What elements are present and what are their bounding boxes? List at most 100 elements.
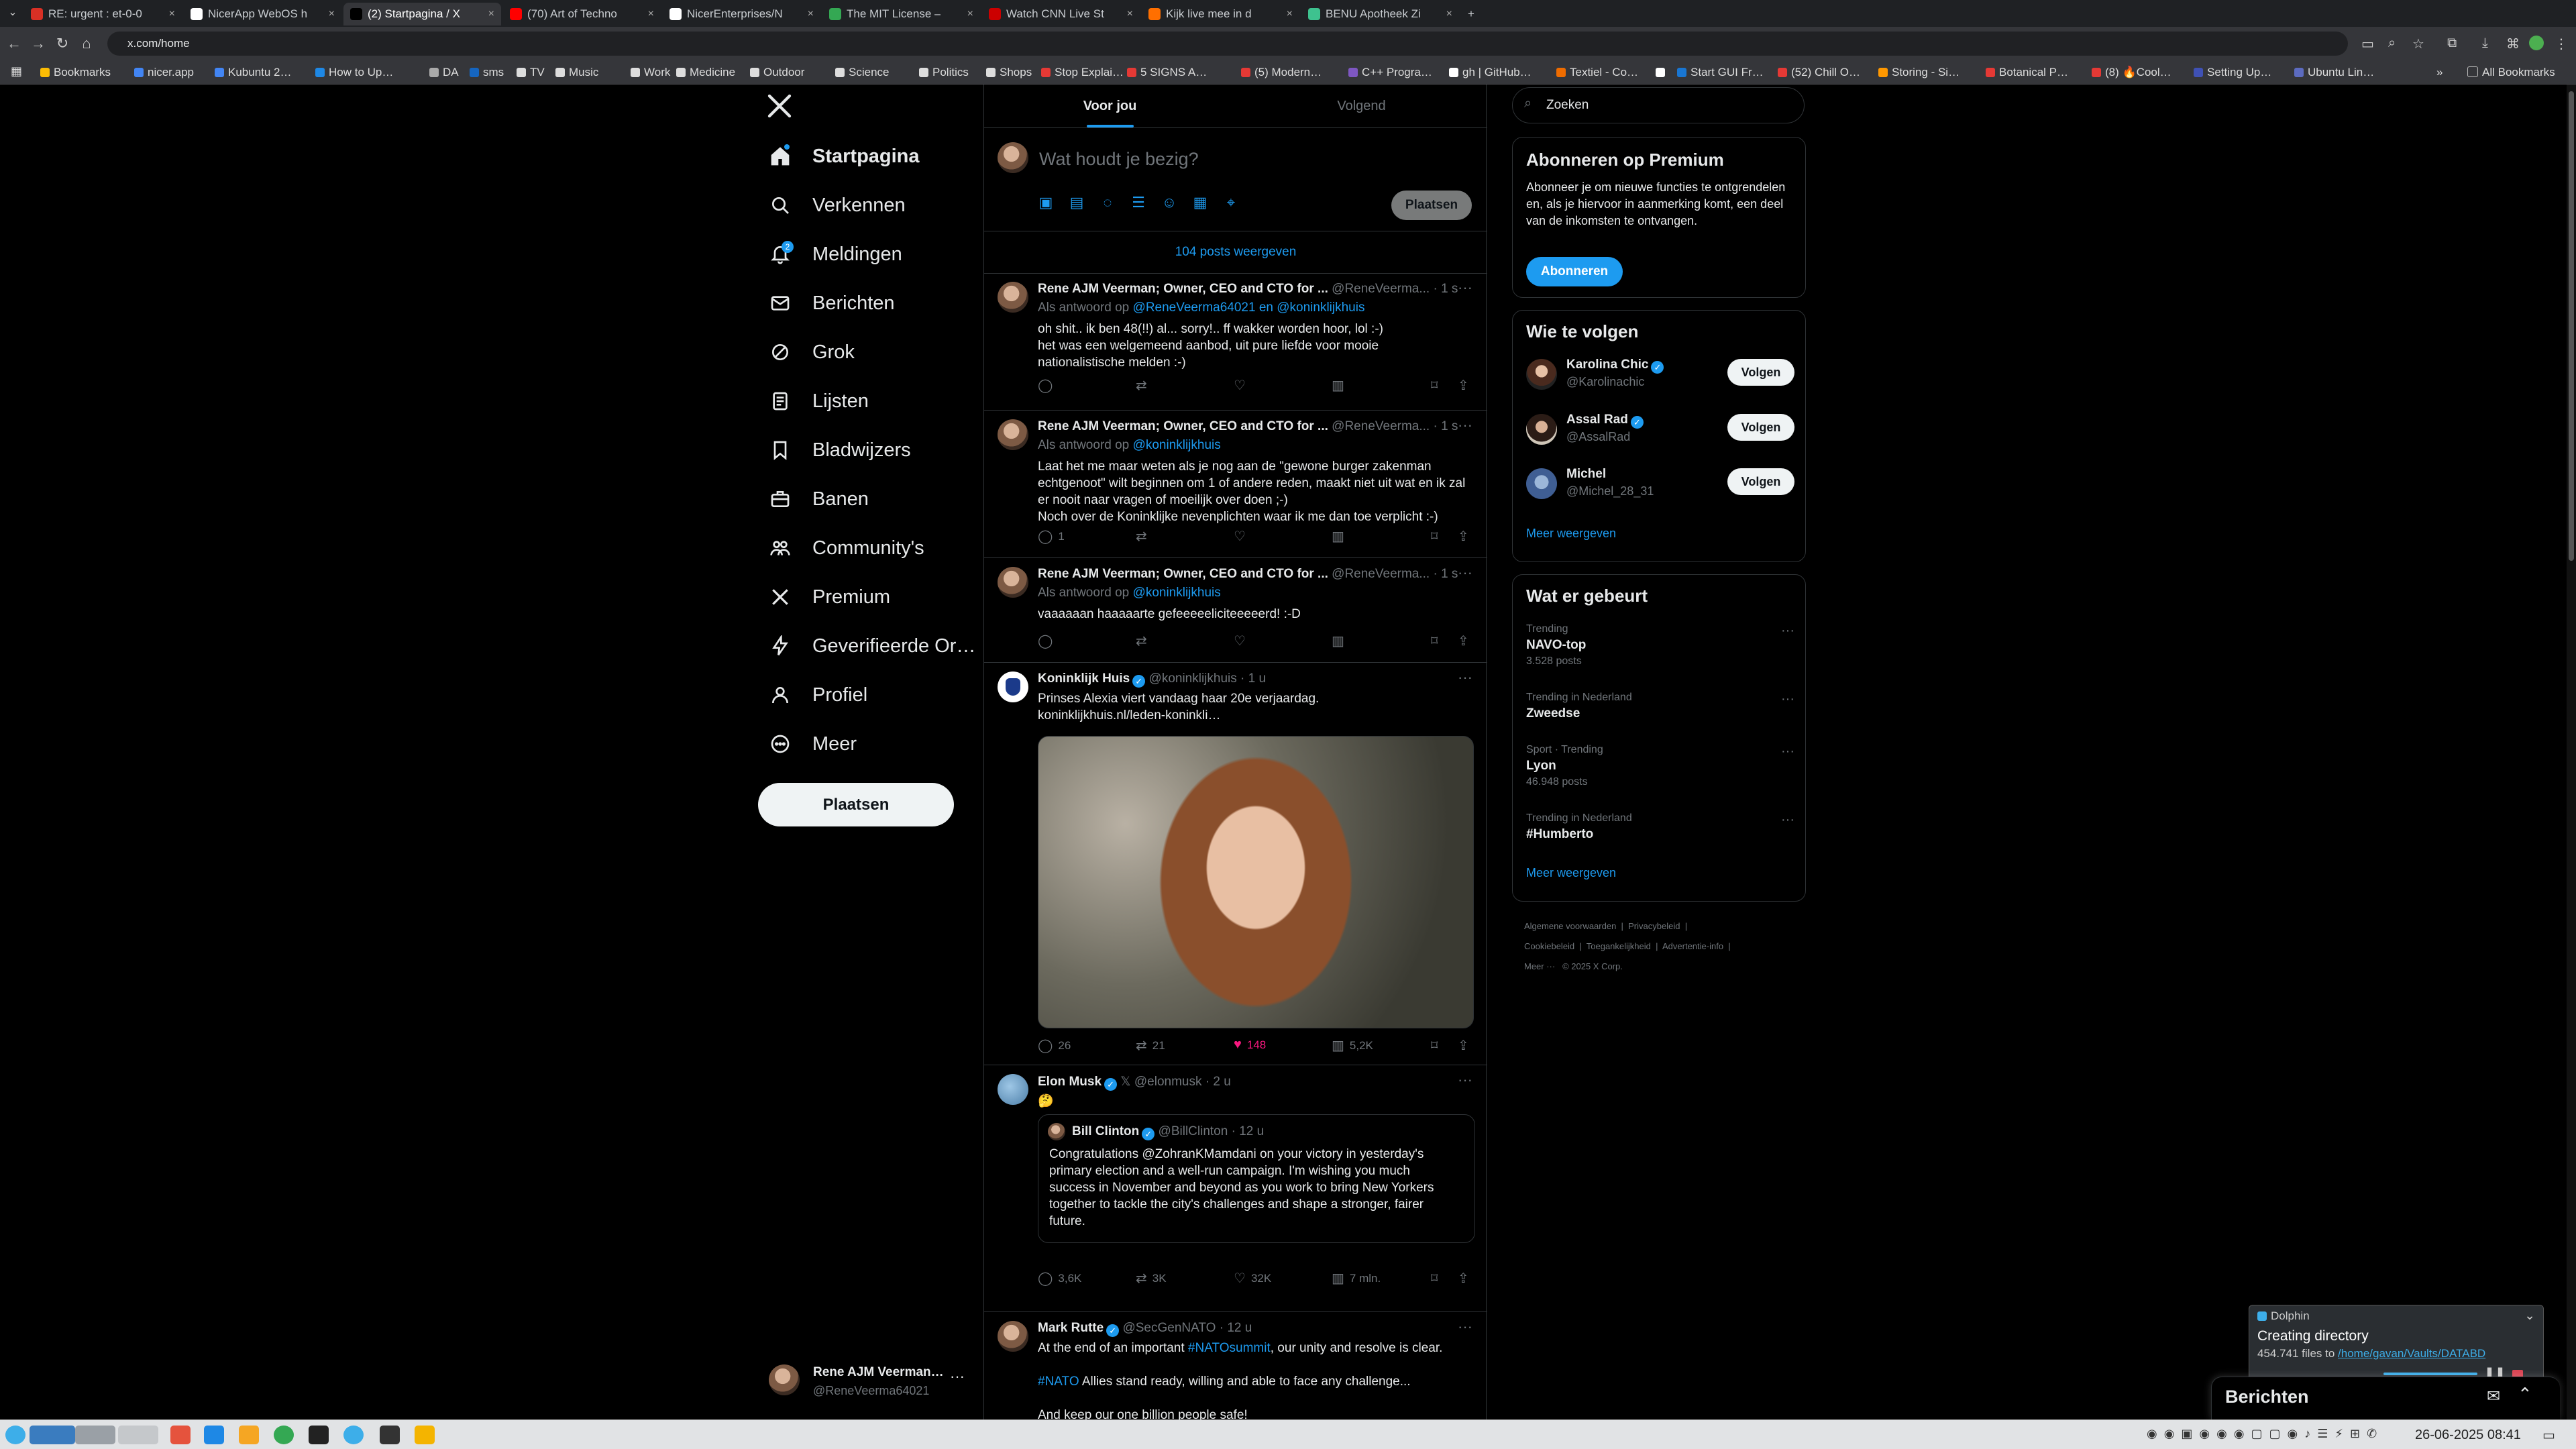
notes-icon[interactable] [415, 1426, 435, 1444]
reply-button[interactable]: ◯ [1038, 377, 1058, 394]
suggestion-row[interactable]: Assal Rad ✓ @AssalRad Volgen [1526, 411, 1794, 449]
system-tray[interactable]: ◉◉▣◉◉◉▢▢◉♪☰⚡⊞✆ [2147, 1427, 2383, 1441]
sidebar-item-startpagina[interactable]: Startpagina [768, 138, 920, 174]
post-image[interactable] [1038, 736, 1474, 1028]
post-handle[interactable]: @SecGenNATO [1122, 1321, 1216, 1335]
post-more-icon[interactable]: ··· [1458, 564, 1472, 582]
expand-icon[interactable]: ⌃ [2518, 1384, 2532, 1405]
bookmark-item[interactable]: sms [470, 66, 504, 79]
trend-more-icon[interactable]: ··· [1781, 744, 1794, 759]
bookmark-item[interactable]: Textiel - Co… [1556, 66, 1638, 79]
sidebar-item-meldingen[interactable]: 2 Meldingen [768, 236, 902, 272]
browser-tab[interactable]: (70) Art of Techno × [503, 3, 661, 25]
post-author[interactable]: Rene AJM Veerman; Owner, CEO and CTO for… [1038, 567, 1328, 581]
post[interactable]: Mark Rutte ✓ @SecGenNATO · 12 u ··· At th… [984, 1311, 1487, 1426]
bookmark-item[interactable]: (8) 🔥Cool… [2092, 66, 2171, 79]
footer-link[interactable]: Advertentie-info [1662, 941, 1723, 951]
schedule-icon[interactable]: ▦ [1191, 194, 1210, 213]
reply-to[interactable]: @koninklijkhuis [1133, 586, 1221, 600]
account-switcher[interactable]: Rene AJM Veerman… @ReneVeerma64021 ··· [765, 1358, 979, 1405]
show-more-link[interactable]: Meer weergeven [1526, 866, 1616, 880]
like-button[interactable]: ♥ 148 [1234, 1037, 1266, 1053]
bookmark-button[interactable]: ⌑ [1431, 528, 1443, 545]
trend-more-icon[interactable]: ··· [1781, 692, 1794, 707]
sidebar-item-bladwijzers[interactable]: Bladwijzers [768, 432, 911, 468]
repost-button[interactable]: ⇄ 3K [1136, 1270, 1167, 1287]
close-tab-icon[interactable]: × [484, 8, 494, 20]
forward-icon[interactable]: → [30, 35, 47, 52]
bookmark-item[interactable]: Botanical P… [1986, 66, 2068, 79]
browser-tab[interactable]: The MIT License – × [822, 3, 980, 25]
share-button[interactable]: ⇪ [1458, 633, 1474, 649]
page-scrollbar[interactable] [2567, 85, 2576, 1419]
post-more-icon[interactable]: ··· [1458, 1071, 1472, 1089]
post[interactable]: Koninklijk Huis ✓ @koninklijkhuis · 1 u ·… [984, 662, 1487, 1065]
home-icon[interactable]: ⌂ [78, 35, 95, 52]
all-bookmarks[interactable]: All Bookmarks [2467, 66, 2555, 79]
sidebar-item-premium[interactable]: Premium [768, 579, 890, 615]
post-author[interactable]: Elon Musk [1038, 1075, 1102, 1089]
poll-icon[interactable]: ☰ [1129, 194, 1148, 213]
x-logo-icon[interactable] [766, 93, 796, 122]
app-launcher-icon[interactable] [5, 1426, 25, 1444]
scrollbar-thumb[interactable] [2569, 91, 2574, 561]
translate-icon[interactable]: ⌘ [2506, 36, 2520, 52]
close-tab-icon[interactable]: × [1123, 8, 1133, 20]
bookmark-item[interactable]: Start GUI Fr… [1677, 66, 1764, 79]
footer-link[interactable]: Cookiebeleid [1524, 941, 1574, 951]
share-button[interactable]: ⇪ [1458, 1270, 1474, 1287]
share-button[interactable]: ⇪ [1458, 377, 1474, 394]
file-manager-icon[interactable] [239, 1426, 259, 1444]
back-icon[interactable]: ← [5, 35, 23, 52]
footer-link[interactable]: Toegankelijkheid [1587, 941, 1651, 951]
post-author[interactable]: Rene AJM Veerman; Owner, CEO and CTO for… [1038, 419, 1328, 433]
post-button[interactable]: Plaatsen [758, 783, 954, 826]
pager-desktop-3[interactable] [118, 1426, 158, 1444]
bookmark-item[interactable]: C++ Progra… [1348, 66, 1432, 79]
new-tab-button[interactable]: + [1461, 3, 1488, 25]
sidebar-item-meer[interactable]: Meer [768, 726, 857, 762]
views-button[interactable]: ▥ [1332, 633, 1350, 649]
trend-item[interactable]: Sport · Trending Lyon 46.948 posts ··· [1526, 744, 1794, 788]
bookmark-item[interactable]: Outdoor [750, 66, 804, 79]
like-button[interactable]: ♡ [1234, 633, 1251, 649]
close-tab-icon[interactable]: × [325, 8, 335, 20]
post-more-icon[interactable]: ··· [1458, 417, 1472, 434]
close-tab-icon[interactable]: × [165, 8, 175, 20]
reply-to[interactable]: @ReneVeerma64021 en @koninklijkhuis [1133, 301, 1365, 315]
subscribe-button[interactable]: Abonneren [1526, 257, 1623, 286]
repost-button[interactable]: ⇄ [1136, 528, 1152, 545]
trend-item[interactable]: Trending in Nederland #Humberto ··· [1526, 812, 1794, 842]
composer-input[interactable]: Wat houdt je bezig? [1039, 149, 1199, 170]
browser-tab[interactable]: Watch CNN Live St × [982, 3, 1140, 25]
new-message-icon[interactable]: ✉ [2487, 1387, 2500, 1406]
post-author[interactable]: Rene AJM Veerman; Owner, CEO and CTO for… [1038, 282, 1328, 296]
sidebar-item-berichten[interactable]: Berichten [768, 285, 895, 321]
hashtag-link[interactable]: #NATOsummit [1188, 1341, 1271, 1355]
trend-item[interactable]: Trending NAVO-top 3.528 posts ··· [1526, 623, 1794, 667]
sidebar-item-geverifieerde-or[interactable]: Geverifieerde Or… [768, 628, 975, 664]
bookmark-item[interactable]: Music [555, 66, 598, 79]
bookmark-item[interactable]: Storing - Si… [1878, 66, 1960, 79]
tab-list-button[interactable]: ⌄ [4, 5, 21, 19]
bookmark-item[interactable]: Shops [986, 66, 1032, 79]
trend-more-icon[interactable]: ··· [1781, 623, 1794, 639]
bookmark-item[interactable]: TV [517, 66, 545, 79]
bookmark-item[interactable]: Ubuntu Lin… [2294, 66, 2374, 79]
trend-more-icon[interactable]: ··· [1781, 812, 1794, 828]
like-button[interactable]: ♡ 32K [1234, 1270, 1271, 1287]
bookmark-item[interactable]: nicer.app [134, 66, 194, 79]
reply-button[interactable]: ◯ [1038, 633, 1058, 649]
close-tab-icon[interactable]: × [644, 8, 654, 20]
bookmarks-overflow-button[interactable]: » [2436, 66, 2443, 79]
bookmark-item[interactable] [1656, 66, 1669, 79]
footer-more-link[interactable]: Meer ··· [1524, 961, 1555, 971]
bookmark-item[interactable]: Setting Up… [2194, 66, 2271, 79]
clock[interactable]: 26-06-2025 08:41 [2415, 1428, 2521, 1443]
close-tab-icon[interactable]: × [1283, 8, 1293, 20]
emoji-icon[interactable]: ☺ [1160, 194, 1179, 213]
post-handle[interactable]: @ReneVeerma... [1332, 282, 1430, 296]
post[interactable]: Rene AJM Veerman; Owner, CEO and CTO for… [984, 557, 1487, 663]
sidebar-item-profiel[interactable]: Profiel [768, 677, 867, 713]
browser-tab[interactable]: Kijk live mee in d × [1142, 3, 1299, 25]
